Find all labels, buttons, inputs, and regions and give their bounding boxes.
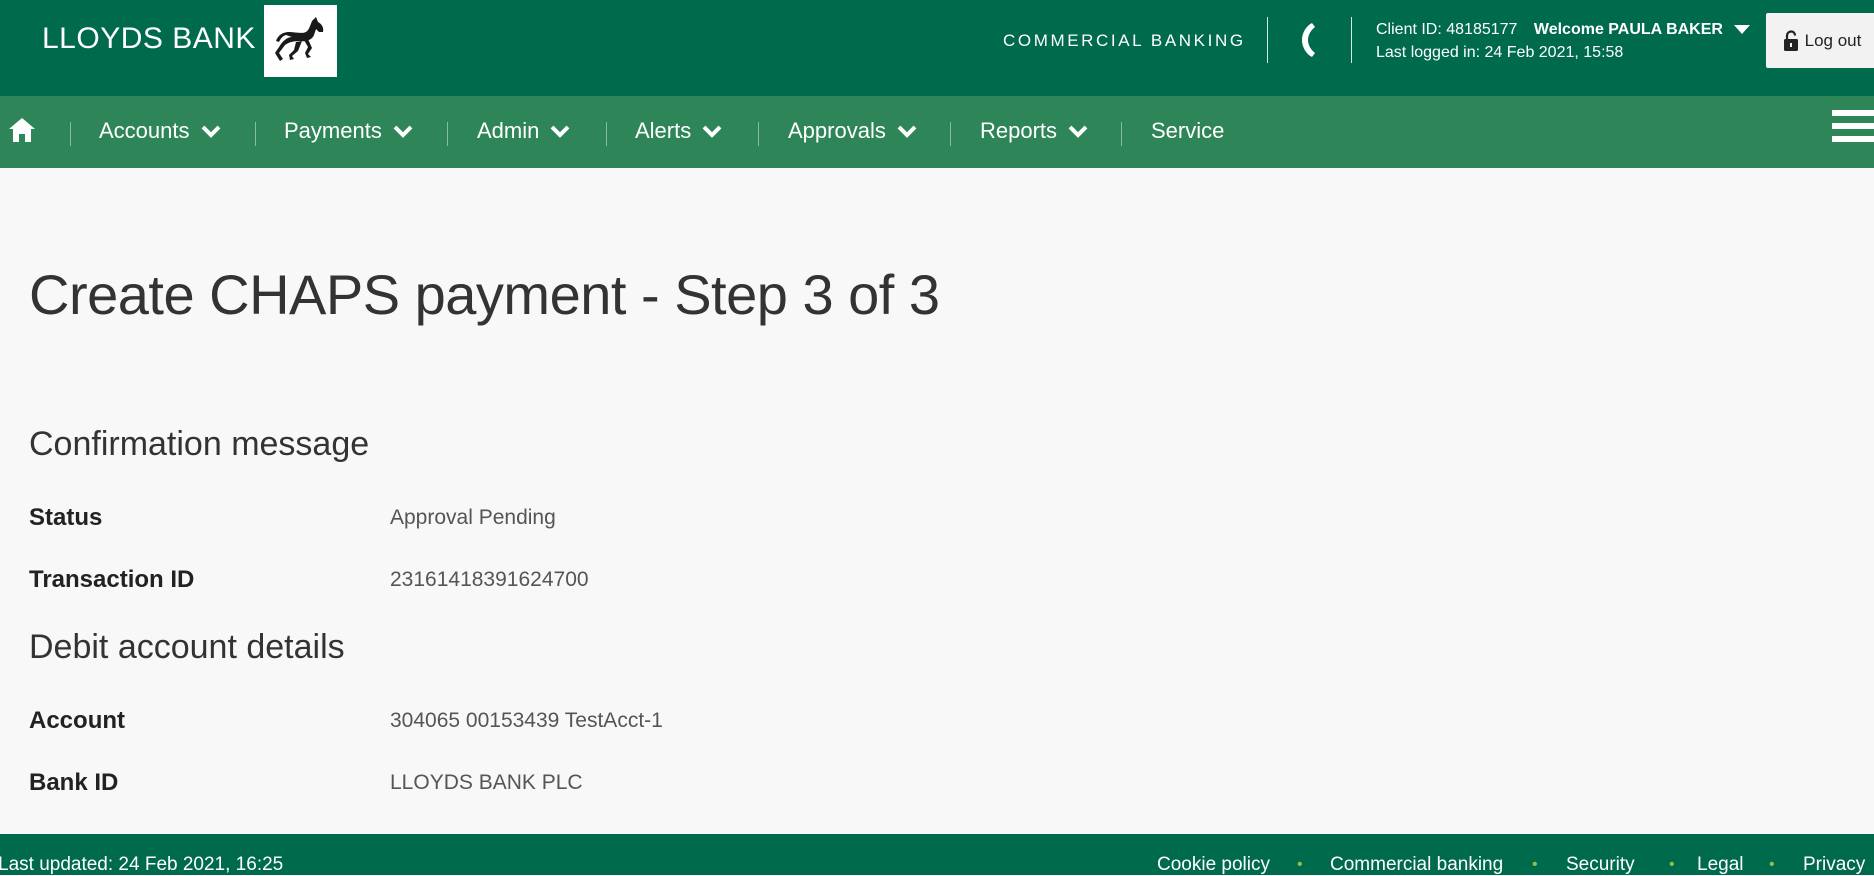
chevron-down-icon (702, 125, 722, 138)
chevron-down-icon (201, 125, 220, 138)
nav-item-alerts[interactable]: Alerts (635, 118, 723, 144)
debit-account-heading: Debit account details (29, 628, 345, 666)
footer-separator-dot: • (1532, 856, 1538, 873)
nav-item-label: Admin (477, 118, 540, 143)
nav-divider (606, 122, 607, 146)
nav-item-accounts[interactable]: Accounts (99, 118, 222, 144)
welcome-user-menu[interactable]: Welcome PAULA BAKER (1534, 21, 1723, 38)
padlock-icon (1783, 29, 1798, 51)
nav-divider (1121, 122, 1122, 146)
footer-separator-dot: • (1669, 856, 1675, 873)
nav-divider (758, 122, 759, 146)
header-divider (1351, 17, 1352, 63)
user-menu-caret-icon[interactable] (1734, 25, 1750, 34)
nav-item-label: Alerts (635, 118, 692, 143)
status-value: Approval Pending (390, 506, 556, 529)
account-value: 304065 00153439 TestAcct-1 (390, 709, 663, 732)
nav-divider (70, 122, 71, 146)
transaction-id-label: Transaction ID (29, 566, 195, 593)
footer-separator-dot: • (1297, 856, 1303, 873)
transaction-id-value: 23161418391624700 (390, 568, 589, 591)
chevron-down-icon (897, 125, 917, 138)
last-logged-in: Last logged in: 24 Feb 2021, 15:58 (1376, 44, 1624, 61)
nav-divider (447, 122, 448, 146)
footer: Last updated: 24 Feb 2021, 16:25 Cookie … (0, 834, 1874, 875)
logout-button[interactable]: Log out (1766, 13, 1874, 68)
client-info: Client ID: 48185177 Welcome PAULA BAKER … (1376, 18, 1723, 64)
footer-link-legal[interactable]: Legal (1697, 854, 1744, 876)
home-icon[interactable] (8, 116, 36, 144)
hamburger-menu-icon[interactable] (1832, 110, 1874, 150)
nav-item-label: Service (1151, 118, 1225, 143)
page-title: Create CHAPS payment - Step 3 of 3 (29, 263, 940, 326)
nav-item-label: Reports (980, 118, 1058, 143)
black-horse-logo[interactable] (264, 5, 337, 77)
nav-item-approvals[interactable]: Approvals (788, 118, 918, 144)
nav-divider (950, 122, 951, 146)
chevron-down-icon (1068, 125, 1088, 138)
brand-name[interactable]: LLOYDS BANK (42, 22, 256, 56)
footer-link-privacy[interactable]: Privacy (1803, 854, 1865, 876)
nav-divider (255, 122, 256, 146)
chevron-down-icon (393, 125, 413, 138)
header-divider (1267, 17, 1268, 63)
horse-icon (274, 17, 323, 61)
bank-id-label: Bank ID (29, 769, 119, 796)
top-header: LLOYDS BANK COMMERCIAL BANKING Client ID… (0, 0, 1874, 96)
bank-id-value: LLOYDS BANK PLC (390, 771, 583, 794)
nav-item-payments[interactable]: Payments (284, 118, 414, 144)
nav-item-label: Payments (284, 118, 382, 143)
commercial-banking-label: COMMERCIAL BANKING (1003, 31, 1246, 50)
logout-label: Log out (1804, 30, 1862, 50)
nav-item-reports[interactable]: Reports (980, 118, 1089, 144)
confirmation-heading: Confirmation message (29, 425, 370, 463)
nav-item-service[interactable]: Service (1151, 118, 1224, 144)
account-label: Account (29, 707, 125, 734)
footer-link-commercial-banking[interactable]: Commercial banking (1330, 854, 1503, 876)
chevron-down-icon (550, 125, 570, 138)
footer-link-cookie-policy[interactable]: Cookie policy (1157, 854, 1270, 876)
footer-link-security[interactable]: Security (1566, 854, 1635, 876)
client-id: Client ID: 48185177 (1376, 21, 1518, 38)
last-updated: Last updated: 24 Feb 2021, 16:25 (0, 854, 284, 875)
phone-icon[interactable] (1296, 20, 1322, 60)
nav-item-admin[interactable]: Admin (477, 118, 571, 144)
main-nav: Accounts Payments Admin Alerts Approvals… (0, 96, 1874, 168)
nav-item-label: Approvals (788, 118, 886, 143)
footer-separator-dot: • (1769, 856, 1775, 873)
nav-item-label: Accounts (99, 118, 190, 143)
status-label: Status (29, 504, 103, 531)
